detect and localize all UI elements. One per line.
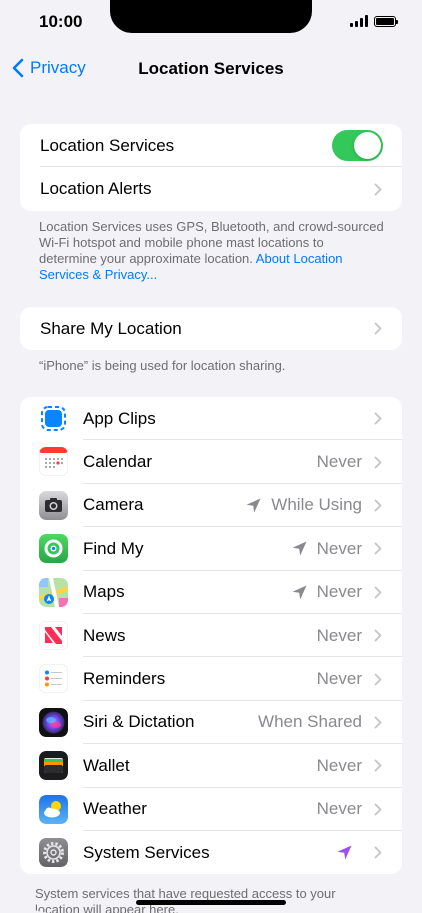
wallet-icon <box>39 751 68 781</box>
app-name: Find My <box>83 538 144 558</box>
camera-icon <box>39 490 68 520</box>
app-row[interactable]: Find My Never <box>20 527 402 571</box>
signal-icon <box>350 15 368 27</box>
share-note: “iPhone” is being used for location shar… <box>39 358 286 373</box>
chevron-right-icon <box>374 586 382 599</box>
battery-icon <box>374 15 398 27</box>
app-location-value: When Shared <box>258 712 362 732</box>
location-services-row: Location Services <box>20 124 402 168</box>
app-location-value: Never <box>317 626 362 646</box>
location-alerts-label: Location Alerts <box>40 179 152 199</box>
chevron-right-icon <box>374 716 382 729</box>
app-location-value: While Using <box>245 495 362 515</box>
app-name: News <box>83 625 126 645</box>
share-location-group: Share My Location <box>20 307 402 351</box>
location-arrow-icon <box>292 541 307 556</box>
location-alerts-row[interactable]: Location Alerts <box>20 167 402 210</box>
app-name: System Services <box>83 842 210 862</box>
app-value-text: Never <box>316 452 362 472</box>
status-time: 10:00 <box>39 12 83 31</box>
app-name: Reminders <box>83 669 166 689</box>
chevron-right-icon <box>374 412 382 425</box>
app-location-value: Never <box>291 582 362 602</box>
app-row[interactable]: Siri & Dictation When Shared <box>20 701 402 745</box>
app-location-value: Never <box>317 799 362 819</box>
siri-icon <box>39 707 68 737</box>
chevron-right-icon <box>374 846 382 859</box>
location-services-group: Location Services Location Alerts <box>20 124 402 211</box>
chevron-right-icon <box>374 629 382 642</box>
app-location-value: Never <box>291 539 362 559</box>
app-value-text: Never <box>316 669 362 689</box>
chevron-right-icon <box>374 322 382 335</box>
phone-screen: 10:00 Privacy Location Services Location… <box>0 0 422 913</box>
app-row[interactable]: Weather Never <box>20 788 402 831</box>
notch <box>110 0 312 33</box>
news-icon <box>39 620 68 650</box>
chevron-right-icon <box>374 803 382 816</box>
navigation-bar: Privacy Location Services <box>0 52 422 86</box>
chevron-right-icon <box>374 499 382 512</box>
location-arrow-icon <box>337 845 352 860</box>
app-location-value: Never <box>317 452 362 472</box>
app-clips-icon <box>39 404 68 433</box>
app-name: Siri & Dictation <box>83 712 195 732</box>
page-title: Location Services <box>138 59 284 78</box>
weather-icon <box>39 794 68 824</box>
app-name: App Clips <box>83 408 156 428</box>
location-services-toggle[interactable] <box>332 130 383 162</box>
chevron-right-icon <box>374 456 382 468</box>
app-value-text: Never <box>316 582 362 602</box>
share-my-location-row[interactable]: Share My Location <box>20 307 402 350</box>
app-value-text: Never <box>316 625 362 645</box>
app-row[interactable]: News Never <box>20 614 402 658</box>
location-arrow-icon <box>292 585 307 600</box>
app-name: Wallet <box>83 755 130 775</box>
app-location-value: Never <box>317 669 362 689</box>
app-name: Weather <box>83 799 147 819</box>
calendar-icon <box>39 447 68 477</box>
app-row[interactable]: Wallet Never <box>20 744 402 788</box>
chevron-right-icon <box>374 673 382 685</box>
app-value-text: Never <box>316 538 362 558</box>
app-value-text: When Shared <box>258 712 362 732</box>
chevron-right-icon <box>374 183 382 195</box>
chevron-right-icon <box>374 542 382 555</box>
app-name: Calendar <box>83 452 152 472</box>
app-location-value <box>336 844 362 861</box>
find-my-icon <box>39 534 68 564</box>
location-services-label: Location Services <box>40 135 175 155</box>
app-row[interactable]: System Services <box>20 831 402 874</box>
share-my-location-label: Share My Location <box>40 318 182 338</box>
app-row[interactable]: App Clips <box>20 397 402 441</box>
app-value-text: Never <box>316 755 362 775</box>
apps-group: App Clips Calendar Never Camera While Using F… <box>20 397 402 875</box>
app-name: Maps <box>83 582 125 602</box>
app-row[interactable]: Calendar Never <box>20 440 402 484</box>
location-info-text: Location Services uses GPS, Bluetooth, a… <box>39 219 384 283</box>
app-row[interactable]: Reminders Never <box>20 657 402 701</box>
app-row[interactable]: Camera While Using <box>20 484 402 528</box>
app-value-text: While Using <box>271 495 362 515</box>
maps-icon <box>39 577 68 607</box>
app-row[interactable]: Maps Never <box>20 571 402 614</box>
location-arrow-icon <box>246 498 261 513</box>
status-icons <box>350 15 398 27</box>
app-name: Camera <box>83 495 144 515</box>
chevron-right-icon <box>374 759 382 772</box>
system-services-icon <box>39 837 68 867</box>
app-location-value: Never <box>317 756 362 776</box>
reminders-icon <box>39 664 68 694</box>
app-value-text: Never <box>316 799 362 819</box>
home-indicator[interactable] <box>136 900 286 905</box>
